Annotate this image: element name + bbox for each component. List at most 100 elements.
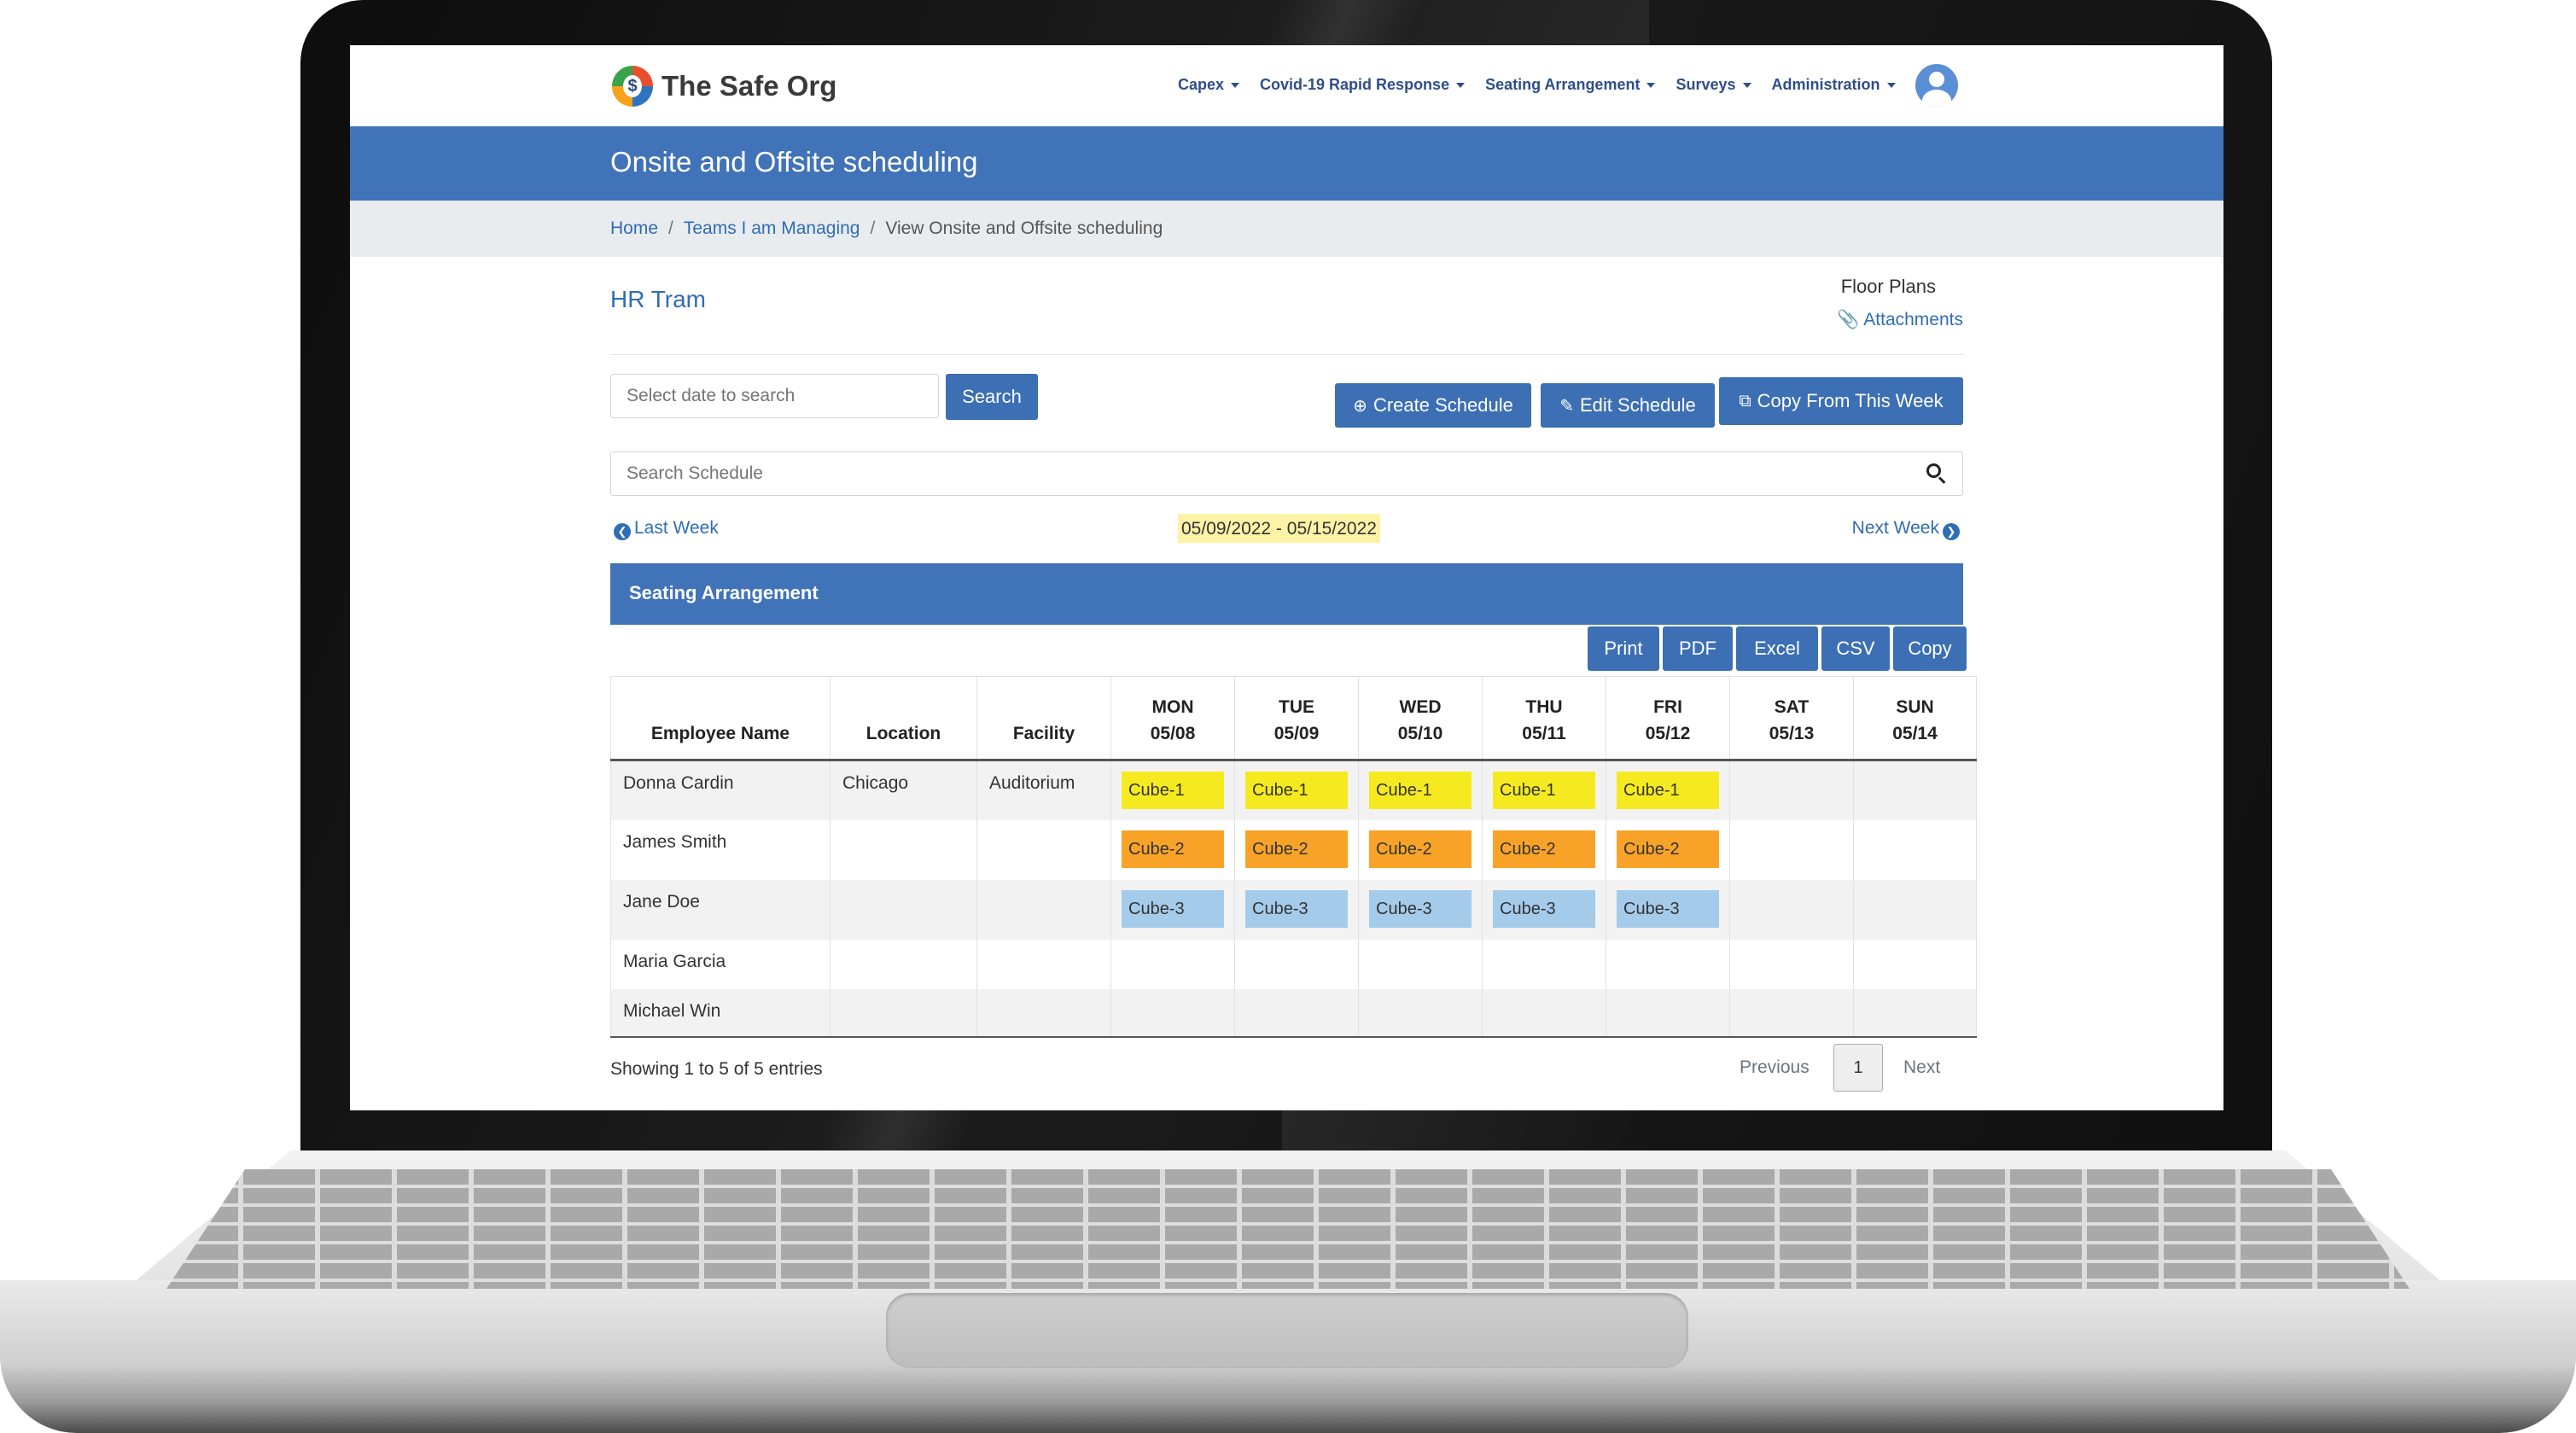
day-cell: Cube-1 xyxy=(1482,760,1606,820)
facility-cell: Auditorium xyxy=(976,760,1111,820)
seat-assignment[interactable]: Cube-1 xyxy=(1493,772,1595,809)
day-cell: Cube-2 xyxy=(1358,819,1483,880)
employee-name-cell: James Smith xyxy=(610,819,830,880)
plus-circle-icon: ⊕ xyxy=(1353,396,1367,416)
day-cell xyxy=(1606,988,1730,1038)
employee-name-cell: Michael Win xyxy=(610,988,830,1038)
column-header-employee[interactable]: Employee Name xyxy=(610,676,830,761)
column-header-day[interactable]: FRI 05/12 xyxy=(1606,676,1730,761)
copy-icon: ⧉ xyxy=(1739,391,1751,411)
table-row: Donna Cardin Chicago Auditorium Cube-1 C… xyxy=(610,760,1977,820)
schedule-search-input[interactable] xyxy=(611,452,1891,495)
location-cell: Chicago xyxy=(830,760,977,820)
export-print-button[interactable]: Print xyxy=(1588,626,1659,671)
pagination-page-1[interactable]: 1 xyxy=(1833,1044,1883,1092)
paperclip-icon: 📎 xyxy=(1837,310,1860,329)
export-csv-button[interactable]: CSV xyxy=(1821,626,1890,671)
day-cell: Cube-3 xyxy=(1110,879,1235,940)
entries-summary: Showing 1 to 5 of 5 entries xyxy=(610,1059,823,1079)
last-week-link[interactable]: ❮ Last Week xyxy=(610,518,719,540)
column-header-day[interactable]: THU 05/11 xyxy=(1482,676,1606,761)
location-cell xyxy=(830,988,977,1038)
day-cell xyxy=(1234,939,1359,989)
week-date-range: 05/09/2022 - 05/15/2022 xyxy=(1178,514,1380,543)
chevron-left-circle-icon: ❮ xyxy=(614,523,631,540)
column-header-facility[interactable]: Facility xyxy=(976,676,1111,761)
day-cell: Cube-1 xyxy=(1358,760,1483,820)
day-cell: Cube-2 xyxy=(1234,819,1359,880)
export-pdf-button[interactable]: PDF xyxy=(1663,626,1733,671)
export-copy-button[interactable]: Copy xyxy=(1893,626,1967,671)
seat-assignment[interactable]: Cube-2 xyxy=(1493,830,1595,868)
column-header-day[interactable]: WED 05/10 xyxy=(1358,676,1483,761)
caret-down-icon xyxy=(1646,83,1656,89)
seat-assignment[interactable]: Cube-2 xyxy=(1369,830,1472,868)
table-row: Jane Doe Cube-3 Cube-3 Cube-3 Cube-3 Cub… xyxy=(610,879,1977,940)
copy-from-week-button[interactable]: ⧉ Copy From This Week xyxy=(1719,377,1963,425)
table-row: Maria Garcia xyxy=(610,939,1977,989)
column-header-day[interactable]: MON 05/08 xyxy=(1110,676,1235,761)
employee-name-cell: Jane Doe xyxy=(610,879,830,940)
day-cell: Cube-2 xyxy=(1482,819,1606,880)
column-header-location[interactable]: Location xyxy=(830,676,977,761)
day-cell: Cube-1 xyxy=(1234,760,1359,820)
day-cell xyxy=(1729,760,1854,820)
user-avatar-icon[interactable] xyxy=(1915,64,1958,107)
breadcrumb-current: View Onsite and Offsite scheduling xyxy=(885,218,1163,238)
edit-schedule-button[interactable]: ✎ Edit Schedule xyxy=(1541,383,1715,428)
seat-assignment[interactable]: Cube-3 xyxy=(1245,889,1348,928)
employee-name-cell: Maria Garcia xyxy=(610,939,830,989)
pagination-previous[interactable]: Previous xyxy=(1740,1057,1810,1078)
breadcrumb-home[interactable]: Home xyxy=(610,218,658,239)
caret-down-icon xyxy=(1886,83,1896,89)
column-header-day[interactable]: SAT 05/13 xyxy=(1729,676,1854,761)
brand-logo[interactable]: $ The Safe Org xyxy=(612,66,836,107)
day-cell xyxy=(1110,939,1235,989)
table-row: James Smith Cube-2 Cube-2 Cube-2 Cube-2 … xyxy=(610,819,1977,880)
day-cell xyxy=(1234,988,1359,1038)
chevron-right-circle-icon: ❯ xyxy=(1943,523,1960,540)
menu-surveys[interactable]: Surveys xyxy=(1676,76,1751,94)
laptop-scene: $ The Safe Org Capex Covid-19 Rapid Resp… xyxy=(0,0,2576,1433)
menu-seating-arrangement[interactable]: Seating Arrangement xyxy=(1485,76,1656,94)
facility-cell xyxy=(976,819,1111,880)
day-cell xyxy=(1729,939,1854,989)
column-header-day[interactable]: SUN 05/14 xyxy=(1853,676,1977,761)
date-search-input[interactable] xyxy=(610,374,939,418)
menu-capex[interactable]: Capex xyxy=(1178,76,1240,94)
seat-assignment[interactable]: Cube-3 xyxy=(1369,889,1472,928)
seat-assignment[interactable]: Cube-3 xyxy=(1493,889,1595,928)
seat-assignment[interactable]: Cube-1 xyxy=(1617,772,1719,809)
seat-assignment[interactable]: Cube-3 xyxy=(1617,889,1719,928)
menu-administration[interactable]: Administration xyxy=(1772,76,1896,94)
table-row: Michael Win xyxy=(610,988,1977,1038)
menu-covid-response[interactable]: Covid-19 Rapid Response xyxy=(1260,76,1466,94)
day-cell xyxy=(1853,760,1977,820)
location-cell xyxy=(830,939,977,989)
seat-assignment[interactable]: Cube-2 xyxy=(1122,830,1224,868)
search-icon[interactable] xyxy=(1926,463,1947,484)
seat-assignment[interactable]: Cube-1 xyxy=(1245,772,1348,809)
seating-arrangement-panel-header: Seating Arrangement xyxy=(610,563,1963,625)
seat-assignment[interactable]: Cube-1 xyxy=(1122,772,1224,809)
seat-assignment[interactable]: Cube-1 xyxy=(1369,772,1472,809)
page-header: Onsite and Offsite scheduling xyxy=(350,126,2223,201)
export-excel-button[interactable]: Excel xyxy=(1736,626,1818,671)
pagination-next[interactable]: Next xyxy=(1903,1057,1940,1078)
seat-assignment[interactable]: Cube-3 xyxy=(1122,889,1224,928)
day-cell: Cube-1 xyxy=(1110,760,1235,820)
location-cell xyxy=(830,819,977,880)
next-week-link[interactable]: Next Week ❯ xyxy=(1852,518,1963,540)
day-cell xyxy=(1729,879,1854,940)
column-header-day[interactable]: TUE 05/09 xyxy=(1234,676,1359,761)
breadcrumb-teams[interactable]: Teams I am Managing xyxy=(684,218,860,239)
day-cell xyxy=(1729,819,1854,880)
create-schedule-button[interactable]: ⊕ Create Schedule xyxy=(1335,383,1531,428)
seat-assignment[interactable]: Cube-2 xyxy=(1617,830,1719,868)
seat-assignment[interactable]: Cube-2 xyxy=(1245,830,1348,868)
day-cell xyxy=(1853,879,1977,940)
day-cell: Cube-2 xyxy=(1606,819,1730,880)
date-search-button[interactable]: Search xyxy=(946,374,1038,420)
attachments-link[interactable]: 📎 Attachments xyxy=(1837,310,1963,330)
team-name: HR Tram xyxy=(610,286,706,312)
